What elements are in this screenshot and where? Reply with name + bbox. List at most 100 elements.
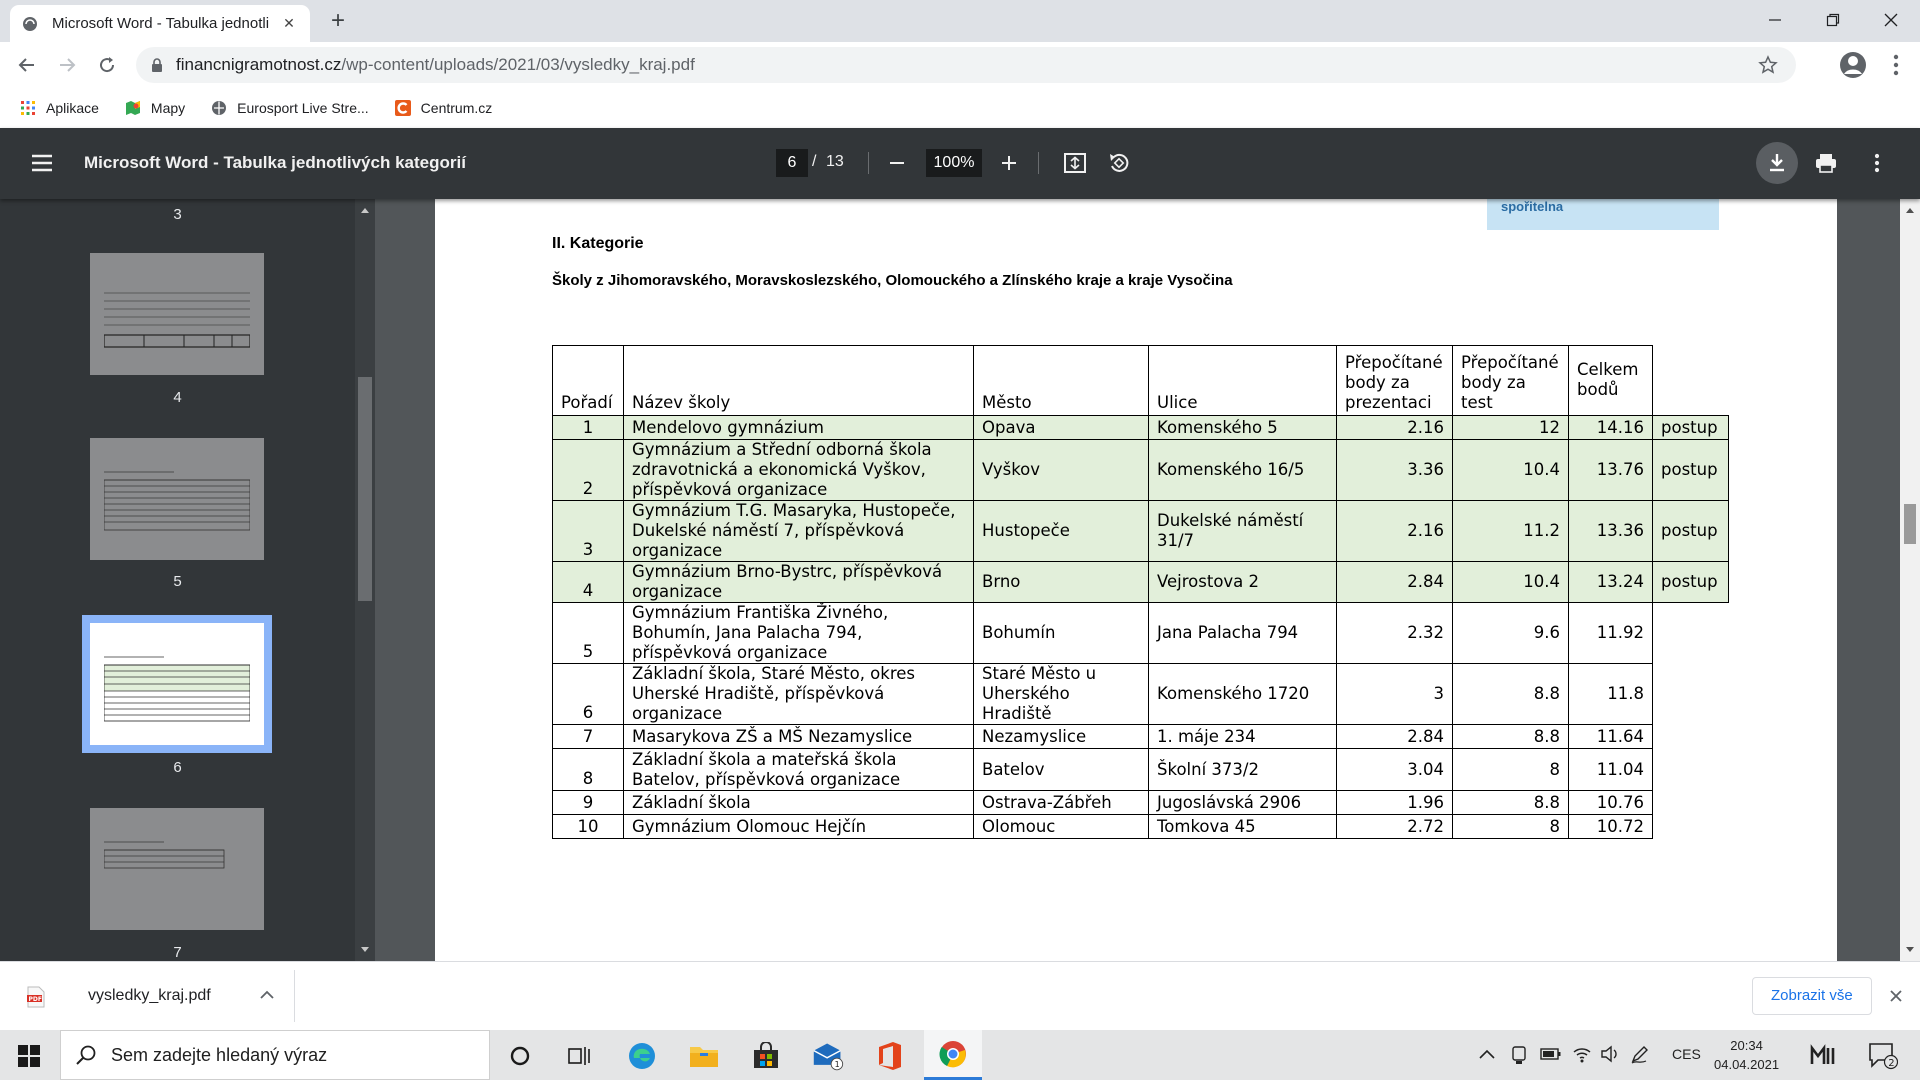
device-icon[interactable] (1510, 1045, 1528, 1065)
bookmark-centrum[interactable]: Centrum.cz (394, 100, 492, 116)
restore-button[interactable] (1804, 0, 1862, 40)
page-number-input[interactable]: 6 (776, 149, 808, 177)
print-button[interactable] (1811, 148, 1841, 178)
show-all-downloads-button[interactable]: Zobrazit vše (1752, 977, 1872, 1015)
volume-icon[interactable] (1600, 1045, 1620, 1063)
tray-chevron-up-icon[interactable] (1478, 1047, 1496, 1061)
cell-rank: 4 (552, 561, 624, 603)
mail-button[interactable]: 1 (812, 1040, 844, 1072)
wifi-icon[interactable] (1572, 1044, 1592, 1064)
back-button[interactable] (12, 50, 42, 80)
main-scrollbar[interactable] (1900, 199, 1920, 961)
pdf-page: spořitelna II. Kategorie Školy z Jihomor… (435, 199, 1837, 961)
cell-school: Gymnázium Brno-Bystrc, příspěvková organ… (623, 561, 974, 603)
page-thumbnail-7[interactable] (90, 808, 264, 930)
more-menu-icon[interactable] (1886, 52, 1906, 78)
header-line: bodů (1577, 380, 1619, 399)
table-row: 8 Základní škola a mateřská škola Batelov… (552, 748, 1729, 791)
new-tab-button[interactable]: + (324, 8, 352, 36)
menu-icon[interactable] (30, 152, 54, 174)
cell-note (1653, 603, 1729, 664)
bookmark-apps[interactable]: Aplikace (20, 100, 99, 116)
reload-button[interactable] (92, 50, 122, 80)
bookmark-eurosport[interactable]: Eurosport Live Stre... (211, 100, 369, 116)
minimize-button[interactable] (1746, 0, 1804, 40)
fit-page-button[interactable] (1060, 148, 1090, 178)
cell-total-points: 10.72 (1568, 814, 1653, 839)
category-title: II. Kategorie (552, 235, 644, 252)
header-line: body za (1345, 373, 1410, 392)
cell-presentation-points: 3.04 (1336, 748, 1453, 791)
task-view-button[interactable] (564, 1040, 596, 1072)
edge-taskbar-button[interactable] (626, 1040, 658, 1072)
cortana-button[interactable] (504, 1040, 536, 1072)
meet-now-icon[interactable] (1810, 1044, 1836, 1066)
cell-rank: 8 (552, 748, 624, 791)
scroll-up-arrow-icon[interactable] (1900, 203, 1920, 217)
header-note-blank (1653, 346, 1729, 416)
pen-icon[interactable] (1630, 1044, 1650, 1064)
office-icon (879, 1042, 901, 1070)
zoom-in-button[interactable] (994, 148, 1024, 178)
zoom-input[interactable]: 100% (926, 149, 982, 177)
battery-icon[interactable] (1540, 1047, 1562, 1061)
profile-avatar-icon[interactable] (1838, 50, 1868, 80)
table-row: 4 Gymnázium Brno-Bystrc, příspěvková orga… (552, 561, 1729, 603)
notification-center-icon[interactable]: 2 (1868, 1042, 1898, 1070)
download-button[interactable] (1756, 142, 1798, 184)
page-thumbnail-6[interactable] (90, 623, 264, 745)
windows-start-icon[interactable] (18, 1045, 40, 1067)
header-school: Název školy (623, 345, 974, 416)
close-tab-icon[interactable]: ✕ (280, 15, 298, 32)
scroll-down-arrow-icon[interactable] (1900, 943, 1920, 957)
cell-note (1653, 791, 1729, 815)
page-thumbnail-4[interactable] (90, 253, 264, 375)
download-file-name[interactable]: vysledky_kraj.pdf (88, 987, 211, 1005)
edge-icon (629, 1043, 655, 1069)
bookmark-star-icon[interactable] (1758, 55, 1778, 75)
pdf-more-button[interactable] (1862, 148, 1892, 178)
zoom-out-button[interactable] (882, 148, 912, 178)
office-button[interactable] (874, 1040, 906, 1072)
header-street: Ulice (1148, 345, 1337, 416)
cell-total-points: 11.64 (1568, 724, 1653, 749)
bookmark-maps[interactable]: Mapy (125, 100, 185, 116)
cell-presentation-points: 2.72 (1336, 814, 1453, 839)
header-line: prezentaci (1345, 393, 1432, 412)
store-button[interactable] (750, 1040, 782, 1072)
cell-test-points: 10.4 (1452, 439, 1569, 501)
chevron-up-icon[interactable] (258, 986, 276, 1004)
table-row: 9 Základní škola Ostrava-Zábřeh Jugoslávská… (552, 790, 1729, 815)
cell-note (1653, 725, 1729, 749)
globe-icon (212, 101, 227, 115)
header-line: Přepočítané (1461, 353, 1559, 372)
close-download-bar-icon[interactable] (1886, 986, 1906, 1006)
input-language[interactable]: CES (1672, 1046, 1701, 1062)
lock-icon (152, 58, 162, 72)
scroll-up-arrow-icon[interactable] (355, 203, 375, 217)
table-row: 6 Základní škola, Staré Město, okres Uher… (552, 663, 1729, 725)
taskbar-search-box[interactable]: Sem zadejte hledaný výraz (60, 1030, 490, 1080)
main-scroll-thumb[interactable] (1904, 504, 1916, 544)
cell-city: Batelov (973, 748, 1149, 791)
browser-tab[interactable]: Microsoft Word - Tabulka jednotli ✕ (10, 5, 310, 42)
chrome-taskbar-active[interactable] (924, 1030, 982, 1080)
sidebar-scroll-thumb[interactable] (358, 377, 372, 601)
close-window-button[interactable] (1862, 0, 1920, 40)
store-bag-icon (754, 1042, 778, 1068)
scroll-down-arrow-icon[interactable] (355, 943, 375, 957)
file-explorer-button[interactable] (688, 1040, 720, 1072)
sidebar-scrollbar[interactable] (355, 199, 375, 961)
rotate-button[interactable] (1104, 148, 1134, 178)
cell-street: Jugoslávská 2906 (1148, 790, 1337, 815)
system-clock[interactable]: 20:34 04.04.2021 (1714, 1036, 1779, 1074)
tab-title: Microsoft Word - Tabulka jednotli (52, 15, 270, 32)
forward-button[interactable] (52, 50, 82, 80)
arrow-left-icon (18, 58, 34, 72)
cell-street: Jana Palacha 794 (1148, 602, 1337, 664)
page-thumbnail-5[interactable] (90, 438, 264, 560)
cell-presentation-points: 2.84 (1336, 561, 1453, 603)
header-presentation-points: Přepočítané body za prezentaci (1336, 345, 1453, 416)
cell-city: Ostrava-Zábřeh (973, 790, 1149, 815)
address-bar[interactable]: financnigramotnost.cz/wp-content/uploads… (136, 47, 1796, 83)
